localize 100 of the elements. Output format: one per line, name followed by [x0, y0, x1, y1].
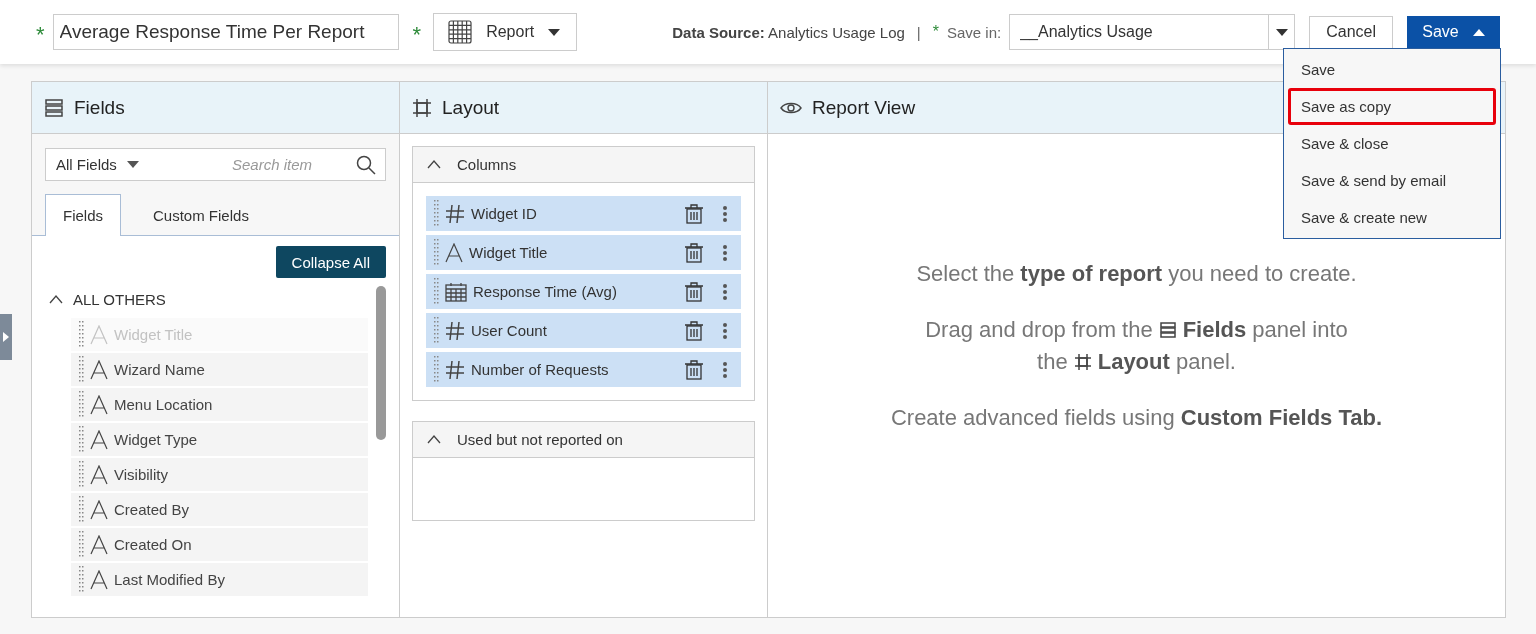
letter-a-icon [445, 242, 463, 263]
eye-icon [780, 100, 802, 115]
report-title-input[interactable]: Average Response Time Per Report [52, 14, 399, 50]
drag-handle-icon [434, 277, 439, 306]
menu-item[interactable]: Save & close [1288, 125, 1496, 162]
more-icon[interactable] [723, 244, 727, 261]
field-item[interactable]: Created By [71, 493, 368, 526]
collapse-all-button[interactable]: Collapse All [275, 246, 386, 278]
column-label: Response Time (Avg) [473, 283, 618, 300]
drag-handle-icon [79, 495, 84, 524]
data-source-text: Data Source: Analytics Usage Log [672, 23, 905, 41]
expand-handle[interactable] [0, 314, 12, 360]
section-header[interactable]: Columns [413, 147, 754, 183]
letter-a-icon [90, 324, 108, 345]
letter-a-icon [90, 359, 108, 380]
drag-handle-icon [434, 355, 439, 384]
menu-item[interactable]: Save & send by email [1288, 162, 1496, 199]
chevron-up-icon [49, 294, 63, 304]
menu-item[interactable]: Save [1288, 51, 1496, 88]
save-in-label: Save in: [947, 23, 1002, 41]
more-icon[interactable] [723, 283, 727, 300]
instruction-text: Create advanced fields using Custom Fields Tab. [890, 404, 1383, 431]
panel-title: Report View [812, 96, 916, 119]
column-item[interactable]: Number of Requests [426, 352, 741, 387]
letter-a-icon [90, 499, 108, 520]
more-icon[interactable] [723, 205, 727, 222]
hash-icon [445, 359, 465, 380]
instruction-text: Fields panel into [1182, 316, 1348, 343]
drag-handle-icon [434, 238, 439, 267]
letter-a-icon [90, 394, 108, 415]
search-icon [356, 154, 376, 175]
more-icon[interactable] [723, 361, 727, 378]
menu-item[interactable]: Save as copy [1288, 88, 1496, 125]
letter-a-icon [90, 534, 108, 555]
column-label: Widget ID [471, 205, 538, 222]
chevron-up-icon [427, 435, 441, 444]
panel-title: Fields [74, 96, 125, 119]
column-label: Number of Requests [471, 361, 610, 378]
drag-handle-icon [79, 425, 84, 454]
instruction-text: Select the type of report you need to create. [916, 260, 1357, 287]
more-icon[interactable] [723, 322, 727, 339]
caret-icon [548, 28, 561, 36]
field-item[interactable]: Visibility [71, 458, 368, 491]
instruction-text: Layout panel. [1097, 348, 1236, 375]
caret-icon [1275, 28, 1288, 36]
trash-icon [685, 320, 703, 341]
frame-icon [412, 97, 432, 118]
column-label: Widget Title [469, 244, 549, 261]
section-header[interactable]: Used but not reported on [413, 422, 754, 458]
column-item[interactable]: Widget ID [426, 196, 741, 231]
frame-icon [1073, 352, 1092, 371]
panel-title: Layout [442, 96, 500, 119]
trash-icon [685, 203, 703, 224]
separator-text: | [916, 23, 921, 41]
letter-a-icon [90, 569, 108, 590]
hash-icon [445, 203, 465, 224]
hash-icon [445, 320, 465, 341]
drag-handle-icon [434, 316, 439, 345]
list-icon [1158, 320, 1177, 339]
tab[interactable]: Custom Fields [135, 194, 267, 236]
required-mark: * [932, 23, 939, 41]
report-type-select[interactable]: Report [433, 13, 578, 51]
trash-icon [685, 281, 703, 302]
field-item[interactable]: Widget Type [71, 423, 368, 456]
drag-handle-icon [79, 530, 84, 559]
column-label: User Count [471, 322, 548, 339]
caret-icon [126, 161, 139, 168]
letter-a-icon [90, 464, 108, 485]
instruction-text: the [1037, 348, 1068, 375]
drag-handle-icon [434, 199, 439, 228]
group-header[interactable]: ALL OTHERS [45, 284, 368, 314]
filter-dropdown[interactable]: All Fields [56, 156, 222, 173]
save-button[interactable]: Save [1407, 15, 1500, 49]
chevron-up-icon [427, 160, 441, 169]
letter-a-icon [90, 429, 108, 450]
tab[interactable]: Fields [45, 194, 121, 236]
drag-handle-icon [79, 320, 84, 349]
required-mark: * [36, 22, 45, 48]
caret-icon [1472, 28, 1485, 36]
field-item[interactable]: Last Modified By [71, 563, 368, 596]
cancel-button[interactable]: Cancel [1309, 15, 1393, 49]
drag-handle-icon [79, 460, 84, 489]
field-item[interactable]: Wizard Name [71, 353, 368, 386]
drag-handle-icon [79, 355, 84, 384]
instruction-text: Drag and drop from the [925, 316, 1153, 343]
trash-icon [685, 242, 703, 263]
field-item[interactable]: Menu Location [71, 388, 368, 421]
column-item[interactable]: Widget Title [426, 235, 741, 270]
required-mark: * [412, 22, 422, 48]
column-item[interactable]: Response Time (Avg) [426, 274, 741, 309]
menu-item[interactable]: Save & create new [1288, 199, 1496, 236]
field-item[interactable]: Created On [71, 528, 368, 561]
drag-handle-icon [79, 390, 84, 419]
save-in-select[interactable]: __Analytics Usage [1009, 14, 1296, 50]
list-icon [44, 97, 64, 118]
trash-icon [685, 359, 703, 380]
column-item[interactable]: User Count [426, 313, 741, 348]
grid-icon [448, 20, 473, 44]
drag-handle-icon [79, 565, 84, 594]
scrollbar[interactable] [376, 286, 386, 440]
